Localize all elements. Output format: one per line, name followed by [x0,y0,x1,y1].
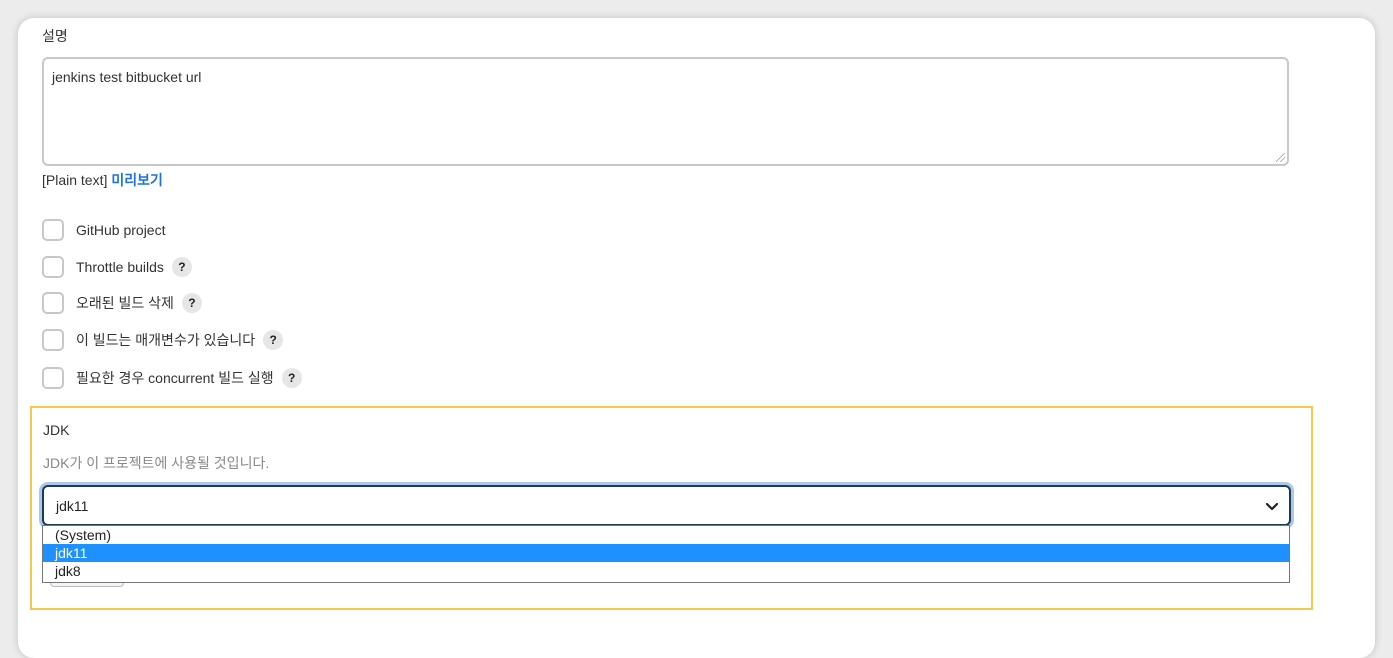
help-icon[interactable]: ? [263,330,284,350]
format-note: [Plain text] [42,172,108,188]
option-throttle-builds[interactable]: Throttle builds ? [42,255,192,279]
github-project-label: GitHub project [76,222,166,238]
help-icon[interactable]: ? [171,257,192,277]
format-row: [Plain text] 미리보기 [42,170,163,190]
throttle-builds-checkbox[interactable] [42,256,64,278]
option-github-project[interactable]: GitHub project [42,218,165,242]
jdk-dropdown-list[interactable]: (System) jdk11 jdk8 [42,525,1290,583]
help-icon[interactable]: ? [281,368,302,388]
help-icon[interactable]: ? [181,293,202,313]
description-value: jenkins test bitbucket url [52,69,202,85]
chevron-down-icon [1265,502,1279,510]
option-concurrent-builds[interactable]: 필요한 경우 concurrent 빌드 실행 ? [42,366,302,390]
github-project-checkbox[interactable] [42,219,64,241]
description-label: 설명 [42,28,68,44]
resize-grip-icon[interactable] [1276,153,1285,162]
parameterized-label: 이 빌드는 매개변수가 있습니다 [76,332,256,348]
option-discard-old-builds[interactable]: 오래된 빌드 삭제 ? [42,291,202,315]
description-textarea[interactable]: jenkins test bitbucket url [42,57,1289,166]
concurrent-builds-label: 필요한 경우 concurrent 빌드 실행 [76,370,274,386]
discard-old-builds-label: 오래된 빌드 삭제 [76,295,174,311]
option-parameterized[interactable]: 이 빌드는 매개변수가 있습니다 ? [42,328,284,352]
jdk-select-value: jdk11 [56,497,89,514]
parameterized-checkbox[interactable] [42,329,64,351]
preview-link[interactable]: 미리보기 [111,172,163,188]
jdk-description: JDK가 이 프로젝트에 사용될 것입니다. [43,455,270,471]
throttle-builds-label: Throttle builds [76,259,164,275]
jdk-title: JDK [43,422,70,438]
jdk-option-jdk11[interactable]: jdk11 [43,544,1289,562]
concurrent-builds-checkbox[interactable] [42,367,64,389]
jdk-select[interactable]: jdk11 [42,485,1291,526]
jdk-option-system[interactable]: (System) [43,526,1289,544]
discard-old-builds-checkbox[interactable] [42,292,64,314]
jdk-option-jdk8[interactable]: jdk8 [43,562,1289,580]
